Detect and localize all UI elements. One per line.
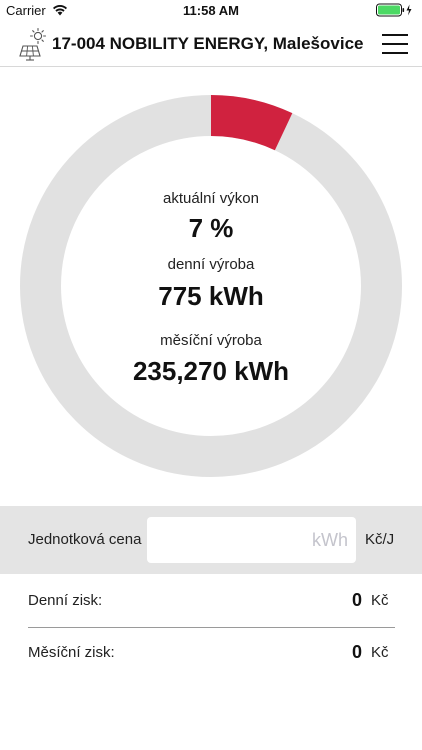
daily-profit-label: Denní zisk: [28, 592, 103, 609]
unit-price-input[interactable] [147, 517, 356, 563]
power-gauge-section: aktuální výkon 7 % denní výroba 775 kWh … [0, 67, 422, 505]
status-time: 11:58 AM [183, 3, 239, 18]
daily-profit-row: Denní zisk: 0 Kč [0, 576, 422, 628]
page-title: 17-004 NOBILITY ENERGY, Malešovice [52, 34, 364, 53]
monthly-profit-row: Měsíční zisk: 0 Kč [0, 628, 422, 680]
current-power-label: aktuální výkon [163, 190, 259, 207]
nav-bar: 17-004 NOBILITY ENERGY, Malešovice [0, 22, 422, 67]
unit-price-unit: Kč/J [365, 531, 395, 548]
daily-production-label: denní výroba [167, 256, 255, 273]
unit-price-label: Jednotková cena [28, 531, 142, 548]
current-power-value: 7 % [188, 213, 234, 243]
solar-panel-icon [19, 27, 47, 61]
daily-production-value: 775 kWh [158, 281, 264, 311]
monthly-production-label: měsíční výroba [160, 332, 262, 349]
monthly-profit-label: Měsíční zisk: [28, 644, 115, 661]
monthly-production-value: 235,270 kWh [132, 356, 290, 386]
gauge-readouts: aktuální výkon 7 % denní výroba 775 kWh … [0, 67, 422, 505]
monthly-profit-unit: Kč [371, 644, 389, 661]
daily-profit-value: 0 [351, 590, 362, 610]
unit-price-section: Jednotková cena Kč/J [0, 506, 422, 574]
monthly-profit-value: 0 [351, 642, 362, 662]
battery-icon [376, 3, 412, 17]
hamburger-menu-icon[interactable] [382, 33, 408, 55]
status-bar: Carrier 11:58 AM [0, 0, 422, 22]
daily-profit-unit: Kč [371, 592, 389, 609]
app-screen: Carrier 11:58 AM 17-004 NOBILITY ENERGY,… [0, 0, 422, 750]
